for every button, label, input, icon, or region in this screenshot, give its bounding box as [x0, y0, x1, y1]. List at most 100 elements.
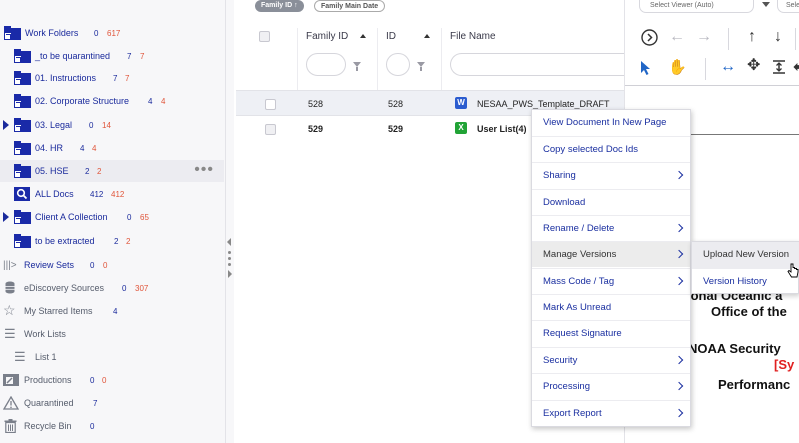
- submenu-item-upload-new-version[interactable]: Upload New Version: [692, 242, 799, 268]
- menu-item-processing[interactable]: Processing: [532, 373, 690, 399]
- toolbar-divider: [728, 28, 729, 50]
- sidebar-section-label: Recycle Bin: [24, 421, 72, 431]
- sidebar-item-label: 05. HSE: [35, 166, 69, 176]
- menu-item-rename-delete[interactable]: Rename / Delete: [532, 215, 690, 241]
- sidebar-item-to-be-extracted[interactable]: to be extracted 2 2: [0, 230, 224, 252]
- document-text-line: [Sy: [774, 357, 795, 372]
- sidebar-section-ediscovery-sources[interactable]: eDiscovery Sources 0 307: [0, 277, 224, 299]
- drag-handle-dot: [228, 263, 231, 266]
- select-right-dropdown[interactable]: Sele: [777, 0, 799, 13]
- folder-icon: [14, 164, 31, 178]
- menu-item-copy-doc-ids[interactable]: Copy selected Doc Ids: [532, 136, 690, 162]
- sidebar-item-label: to be extracted: [35, 236, 95, 246]
- filter-input-id[interactable]: [386, 53, 410, 76]
- select-viewer-dropdown[interactable]: Select Viewer (Auto): [639, 0, 754, 13]
- pointer-tool-icon[interactable]: [640, 60, 652, 76]
- more-options-icon[interactable]: •••: [194, 162, 214, 178]
- excel-file-icon: X: [455, 122, 467, 134]
- panel-splitter[interactable]: [226, 0, 234, 443]
- menu-item-sharing[interactable]: Sharing: [532, 162, 690, 188]
- filter-icon[interactable]: [417, 62, 425, 71]
- sidebar-section-my-starred-items[interactable]: ☆ My Starred Items 4: [0, 300, 224, 322]
- menu-item-mass-code-tag[interactable]: Mass Code / Tag: [532, 268, 690, 294]
- cell-file-name: User List(4): [477, 124, 527, 134]
- sidebar-item-label: _to be quarantined: [35, 51, 111, 61]
- forward-arrow-icon[interactable]: →: [696, 29, 712, 45]
- filter-icon[interactable]: [353, 62, 361, 71]
- sidebar-item-all-docs[interactable]: ALL Docs 412 412: [0, 183, 224, 205]
- menu-item-download[interactable]: Download: [532, 189, 690, 215]
- sidebar-item-to-be-quarantined[interactable]: _to be quarantined 7 7: [0, 45, 224, 67]
- expand-caret-icon[interactable]: [3, 120, 9, 130]
- fit-page-icon[interactable]: [772, 60, 786, 74]
- count-badge: 0: [122, 283, 127, 293]
- sidebar-section-quarantined[interactable]: Quarantined 7: [0, 392, 224, 414]
- chevron-down-icon[interactable]: [762, 2, 770, 7]
- row-checkbox[interactable]: [265, 124, 276, 135]
- count-badge: 0: [90, 421, 95, 431]
- sidebar-section-productions[interactable]: Productions 0 0: [0, 369, 224, 391]
- fit-width-icon[interactable]: ↔: [720, 59, 736, 75]
- up-arrow-icon[interactable]: ↑: [748, 29, 756, 45]
- sort-asc-icon[interactable]: [424, 34, 430, 38]
- sidebar-item-hr[interactable]: 04. HR 4 4: [0, 137, 224, 159]
- submenu-item-label: Upload New Version: [703, 249, 790, 260]
- filter-input-family-id[interactable]: [306, 53, 346, 76]
- circle-next-icon[interactable]: [641, 29, 658, 46]
- menu-item-view-document[interactable]: View Document In New Page: [532, 110, 690, 136]
- collapse-left-icon[interactable]: [227, 238, 231, 246]
- count-badge: 0: [103, 260, 108, 270]
- drag-handle-dot: [228, 251, 231, 254]
- menu-item-label: Mark As Unread: [543, 302, 612, 313]
- sidebar-item-work-folders[interactable]: Work Folders 0 617: [0, 22, 224, 44]
- menu-item-manage-versions[interactable]: Manage Versions: [532, 241, 690, 267]
- count-badge: 7: [125, 73, 130, 83]
- sidebar-item-label: ALL Docs: [35, 189, 74, 199]
- sidebar-section-work-lists[interactable]: ☰ Work Lists: [0, 323, 224, 345]
- menu-item-mark-as-unread[interactable]: Mark As Unread: [532, 294, 690, 320]
- folder-icon: [4, 26, 21, 40]
- sidebar-section-review-sets[interactable]: |||> Review Sets 0 0: [0, 254, 224, 276]
- submenu-item-version-history[interactable]: Version History: [692, 268, 799, 294]
- sort-asc-icon[interactable]: [360, 34, 366, 38]
- folder-icon: [14, 141, 31, 155]
- count-badge: 2: [114, 236, 119, 246]
- sidebar-section-label: Productions: [24, 375, 72, 385]
- list-icon: ☰: [14, 349, 26, 364]
- select-all-checkbox[interactable]: [259, 31, 270, 42]
- sidebar-item-hse[interactable]: 05. HSE 2 2 •••: [0, 160, 224, 182]
- back-arrow-icon[interactable]: ←: [669, 29, 685, 45]
- sort-chip-family-main-date[interactable]: Family Main Date: [314, 0, 386, 12]
- count-badge: 0: [94, 28, 99, 38]
- sidebar-item-corporate-structure[interactable]: 02. Corporate Structure 4 4: [0, 90, 224, 112]
- column-header-family-id[interactable]: Family ID: [306, 31, 348, 42]
- sidebar-item-instructions[interactable]: 01. Instructions 7 7: [0, 67, 224, 89]
- sidebar-item-legal[interactable]: 03. Legal 0 14: [0, 114, 224, 136]
- sort-chip-family-id[interactable]: Family ID ↑: [255, 0, 304, 12]
- sidebar-item-client-a-collection[interactable]: Client A Collection 0 65: [0, 206, 224, 228]
- menu-item-export-report[interactable]: Export Report: [532, 400, 690, 426]
- sidebar-section-recycle-bin[interactable]: Recycle Bin 0: [0, 415, 224, 437]
- count-badge: 4: [161, 96, 166, 106]
- down-arrow-icon[interactable]: ↓: [774, 29, 782, 45]
- move-icon[interactable]: ✥: [747, 58, 760, 74]
- folder-icon: [14, 118, 31, 132]
- column-header-id[interactable]: ID: [386, 31, 396, 42]
- count-badge: 4: [92, 143, 97, 153]
- zoom-icon[interactable]: ⬌: [793, 60, 799, 76]
- hand-tool-icon[interactable]: ✋: [668, 60, 687, 76]
- sidebar-section-label: Review Sets: [24, 260, 75, 270]
- collapse-right-icon[interactable]: [228, 270, 232, 278]
- folder-icon: [14, 71, 31, 85]
- chevron-right-icon: [674, 249, 684, 259]
- column-header-file-name[interactable]: File Name: [450, 31, 496, 42]
- menu-item-request-signature[interactable]: Request Signature: [532, 320, 690, 346]
- filter-input-file-name[interactable]: [450, 53, 624, 76]
- row-checkbox[interactable]: [265, 99, 276, 110]
- expand-caret-icon[interactable]: [3, 212, 9, 222]
- sidebar-item-label: 04. HR: [35, 143, 64, 153]
- menu-item-security[interactable]: Security: [532, 347, 690, 373]
- chevron-right-icon: [674, 276, 684, 286]
- menu-item-label: Manage Versions: [543, 249, 617, 260]
- sidebar-item-list-1[interactable]: ☰ List 1: [0, 346, 224, 368]
